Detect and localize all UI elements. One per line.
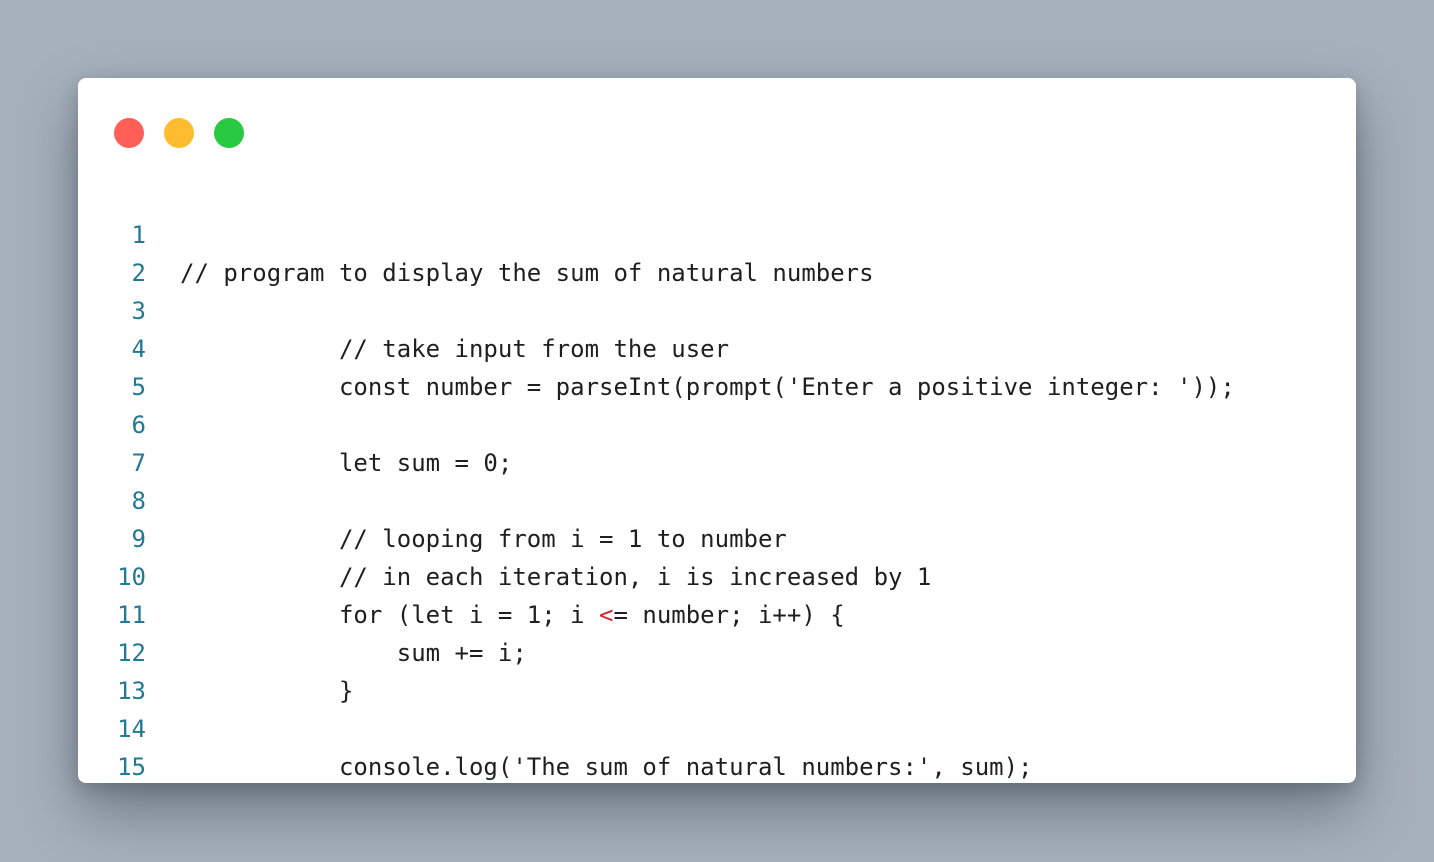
code-line: 3 // take input from the user — [78, 254, 1356, 363]
code-line: 13 — [78, 634, 1356, 705]
code-line: 1 // program to display the sum of natur… — [78, 178, 1356, 287]
maximize-button[interactable] — [214, 118, 244, 148]
minimize-button[interactable] — [164, 118, 194, 148]
code-block[interactable]: 1 // program to display the sum of natur… — [78, 178, 1356, 781]
code-line: 5 — [78, 330, 1356, 401]
code-line: 14 console.log('The sum of natural numbe… — [78, 672, 1356, 781]
code-line: 8 // looping from i = 1 to number — [78, 444, 1356, 553]
code-line: 4 const number = parseInt(prompt('Enter … — [78, 292, 1356, 401]
code-line: 11 sum += i; — [78, 558, 1356, 667]
code-line: 12 } — [78, 596, 1356, 705]
code-window: 1 // program to display the sum of natur… — [78, 78, 1356, 783]
window-controls — [114, 118, 244, 148]
close-button[interactable] — [114, 118, 144, 148]
code-line: 10 for (let i = 1; i <= number; i++) { — [78, 520, 1356, 629]
code-text: console.log('The sum of natural numbers:… — [180, 753, 1033, 781]
code-line: 7 — [78, 406, 1356, 477]
code-line: 9 // in each iteration, i is increased b… — [78, 482, 1356, 591]
code-line: 15 — [78, 710, 1356, 781]
code-line: 2 — [78, 216, 1356, 287]
code-line: 6 let sum = 0; — [78, 368, 1356, 477]
line-number: 15 — [117, 753, 146, 781]
